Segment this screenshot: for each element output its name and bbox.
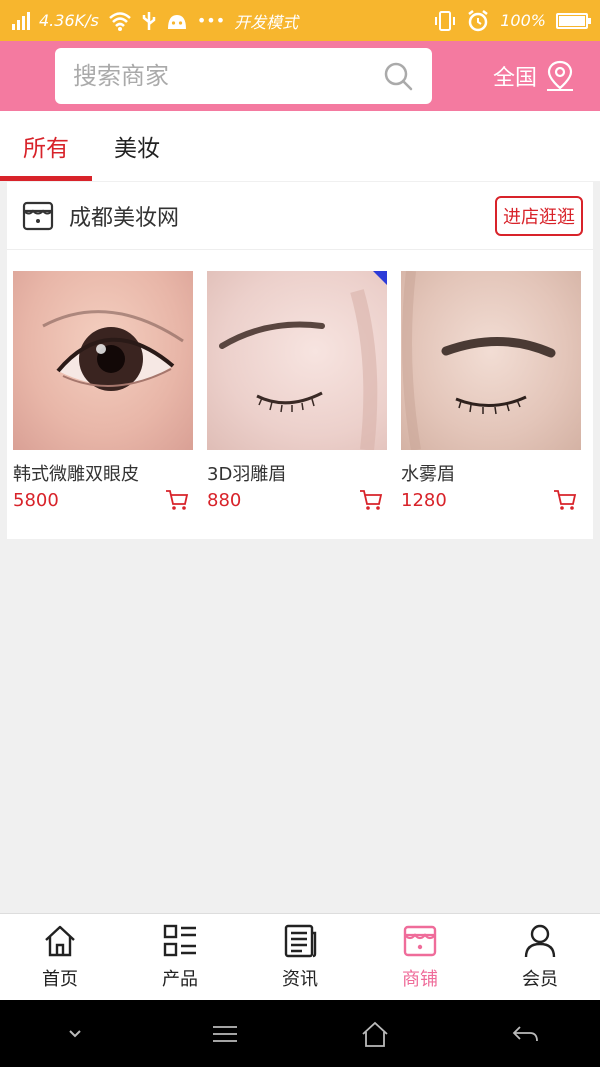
user-icon	[524, 924, 556, 958]
store-icon	[403, 925, 437, 957]
product-image[interactable]	[401, 271, 581, 450]
tab-all[interactable]: 所有	[0, 111, 92, 181]
cart-icon[interactable]	[165, 489, 189, 511]
alarm-icon	[468, 9, 488, 31]
nav-stores-label: 商铺	[402, 969, 438, 990]
location-pin-icon	[547, 60, 574, 91]
brow-photo	[402, 271, 556, 450]
cart-icon[interactable]	[359, 489, 383, 511]
product-price: 880	[207, 489, 242, 511]
battery-icon	[556, 12, 591, 29]
product-image[interactable]	[13, 271, 193, 450]
usb-icon	[142, 11, 156, 30]
status-bar: 4.36K/s ••• 开发模式 100%	[0, 0, 600, 41]
product-item[interactable]: 韩式微雕双眼皮 5800	[13, 271, 193, 514]
dev-mode-label: 开发模式	[234, 12, 299, 32]
product-item[interactable]: 3D羽雕眉 880	[207, 271, 387, 514]
nav-stores[interactable]: 商铺	[360, 914, 480, 1000]
nav-products-label: 产品	[162, 969, 198, 990]
nav-products[interactable]: 产品	[120, 914, 240, 1000]
cart-icon[interactable]	[553, 489, 577, 511]
product-image[interactable]	[207, 271, 387, 450]
price-row: 5800	[13, 486, 193, 514]
product-price: 1280	[401, 489, 447, 511]
nav-member-label: 会员	[522, 969, 558, 990]
status-left: 4.36K/s ••• 开发模式	[12, 9, 434, 33]
product-name: 韩式微雕双眼皮	[13, 464, 139, 485]
nav-member[interactable]: 会员	[480, 914, 600, 1000]
android-icon	[167, 14, 186, 29]
shop-header: 成都美妆网 进店逛逛	[7, 182, 593, 250]
product-name: 3D羽雕眉	[207, 464, 287, 485]
nav-home[interactable]: 首页	[0, 914, 120, 1000]
search-box[interactable]	[55, 48, 432, 104]
chevron-down-icon[interactable]	[60, 1019, 90, 1049]
signal-icon	[12, 11, 30, 30]
network-speed: 4.36K/s	[39, 11, 99, 30]
status-right: 100%	[434, 9, 591, 33]
vibrate-icon	[435, 10, 456, 31]
home-icon	[45, 925, 75, 957]
tab-makeup[interactable]: 美妆	[92, 111, 182, 181]
system-nav-bar	[0, 1000, 600, 1067]
bottom-nav: 首页 产品 资讯 商铺 会员	[0, 913, 600, 1000]
price-row: 880	[207, 486, 387, 514]
region-label: 全国	[493, 66, 538, 91]
region-selector[interactable]: 全国	[493, 57, 577, 95]
category-tabs: 所有 美妆	[0, 111, 600, 181]
product-item[interactable]: 水雾眉 1280	[401, 271, 581, 514]
shop-name: 成都美妆网	[69, 205, 180, 231]
search-icon[interactable]	[382, 60, 414, 92]
search-input[interactable]	[73, 62, 382, 90]
list-icon	[163, 924, 196, 957]
enter-shop-button[interactable]: 进店逛逛	[495, 195, 583, 236]
more-dots: •••	[196, 11, 226, 30]
shop-card: 成都美妆网 进店逛逛 韩式微雕双眼皮 5800 3D羽雕眉 880 水雾眉 12…	[7, 182, 593, 539]
price-row: 1280	[401, 486, 581, 514]
back-icon[interactable]	[510, 1019, 540, 1049]
news-icon	[284, 924, 317, 958]
product-list: 韩式微雕双眼皮 5800 3D羽雕眉 880 水雾眉 1280	[13, 271, 581, 514]
header: 全国	[0, 41, 600, 111]
nav-home-label: 首页	[42, 969, 78, 990]
wifi-icon	[109, 11, 131, 31]
nav-news[interactable]: 资讯	[240, 914, 360, 1000]
product-name: 水雾眉	[401, 464, 455, 485]
menu-icon[interactable]	[210, 1019, 240, 1049]
battery-percent: 100%	[500, 11, 546, 30]
eye-photo	[42, 310, 184, 391]
home-button-icon[interactable]	[360, 1019, 390, 1049]
brow-photo	[219, 271, 387, 450]
product-price: 5800	[13, 489, 59, 511]
nav-news-label: 资讯	[282, 969, 318, 990]
store-icon	[22, 201, 54, 230]
